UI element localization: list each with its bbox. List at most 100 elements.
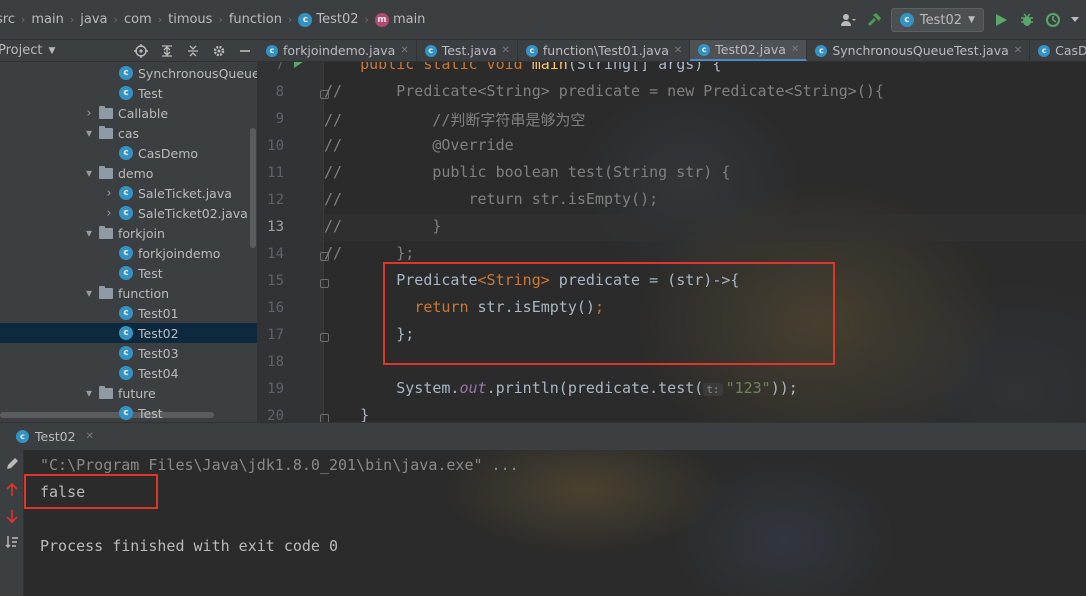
chevron-down-icon[interactable]: ▾ xyxy=(84,166,94,180)
breadcrumb-item[interactable]: m main xyxy=(374,12,425,27)
tree-file[interactable]: c Test03 xyxy=(104,343,179,363)
code-token: } xyxy=(324,406,370,422)
breadcrumb-item[interactable]: main › xyxy=(31,12,80,27)
more-run-options-icon[interactable] xyxy=(1070,11,1080,29)
breadcrumb-item[interactable]: function › xyxy=(229,12,299,27)
breadcrumb-label: java xyxy=(80,12,108,27)
tree-folder[interactable]: ▾ demo xyxy=(84,163,153,183)
tree-file[interactable]: › c SaleTicket.java xyxy=(104,183,232,203)
close-icon[interactable]: ✕ xyxy=(791,44,799,55)
tree-file[interactable]: c forkjoindemo xyxy=(104,243,220,263)
editor-tab[interactable]: c Test02.java ✕ xyxy=(690,40,808,61)
breadcrumb-item[interactable]: c Test02 › xyxy=(298,12,375,27)
tree-file[interactable]: c Test xyxy=(104,263,163,283)
chevron-right-icon[interactable]: › xyxy=(104,186,114,201)
code-line: System.out.println(predicate.test(t: "123… xyxy=(324,379,798,397)
breadcrumb-item[interactable]: src › xyxy=(0,12,31,27)
edit-config-icon[interactable] xyxy=(4,456,20,472)
run-tab-label[interactable]: Test02 xyxy=(35,429,76,444)
chevron-right-icon[interactable]: › xyxy=(104,206,114,221)
breadcrumb-item[interactable]: java › xyxy=(80,12,124,27)
close-icon[interactable]: ✕ xyxy=(502,45,510,56)
tree-file[interactable]: c Test04 xyxy=(104,363,179,383)
breadcrumb-label: main xyxy=(31,12,64,27)
user-icon[interactable] xyxy=(839,11,857,29)
editor-tab-label: Test02.java xyxy=(715,42,786,57)
run-console[interactable]: "C:\Program Files\Java\jdk1.8.0_201\bin\… xyxy=(24,450,1086,596)
close-icon[interactable]: ✕ xyxy=(674,45,682,56)
code-line: // Predicate<String> predicate = new Pre… xyxy=(324,82,884,100)
breadcrumb: src›main›java›com›timous›function›cTest0… xyxy=(0,0,425,39)
tree-folder[interactable]: › Callable xyxy=(84,103,168,123)
code-token: // } xyxy=(324,217,442,235)
chevron-right-icon[interactable]: › xyxy=(84,106,94,121)
tree-item-label: function xyxy=(118,285,170,301)
tree-item-label: Test01 xyxy=(138,305,179,321)
tree-vertical-scrollbar[interactable] xyxy=(250,128,256,248)
tree-file[interactable]: c Test xyxy=(104,403,163,422)
chevron-down-icon[interactable]: ▼ xyxy=(48,46,55,56)
minimize-icon[interactable] xyxy=(236,42,254,60)
editor-tab-label: forkjoindemo.java xyxy=(283,43,396,58)
code-line: // return str.isEmpty(); xyxy=(324,190,658,208)
breadcrumb-item[interactable]: timous › xyxy=(168,12,229,27)
class-icon: c xyxy=(424,44,437,57)
editor-tab[interactable]: c function\Test01.java ✕ xyxy=(518,40,691,61)
chevron-right-icon: › xyxy=(157,13,163,26)
chevron-right-icon: › xyxy=(20,13,26,26)
breadcrumb-item[interactable]: com › xyxy=(124,12,168,27)
project-panel-header: Project ▼ xyxy=(0,40,258,62)
code-token: )); xyxy=(770,379,798,397)
tree-file[interactable]: c CasDemo xyxy=(104,143,198,163)
tree-file[interactable]: › c SaleTicket02.java xyxy=(104,203,247,223)
chevron-down-icon[interactable]: ▾ xyxy=(84,226,94,240)
code-token: (String[] args) { xyxy=(567,62,722,73)
tree-file[interactable]: c Test01 xyxy=(104,303,179,323)
tree-folder[interactable]: ▾ cas xyxy=(84,123,139,143)
chevron-down-icon[interactable]: ▾ xyxy=(84,126,94,140)
editor-tab[interactable]: c Test.java ✕ xyxy=(417,40,518,61)
expand-all-icon[interactable] xyxy=(158,42,176,60)
tree-folder[interactable]: ▾ future xyxy=(84,383,156,403)
tree-file[interactable]: c SynchronousQueueTe xyxy=(104,63,257,83)
run-configuration-select[interactable]: c Test02 ▼ xyxy=(890,8,984,32)
run-gutter-icon[interactable] xyxy=(294,62,303,68)
tree-item-label: forkjoin xyxy=(118,225,165,241)
code-editor[interactable]: 7 8 9 10 11 12 13 14 15 16 17 18 19 20 public static … xyxy=(258,62,1086,422)
chevron-down-icon[interactable]: ▾ xyxy=(84,386,94,400)
profile-icon[interactable] xyxy=(1044,11,1062,29)
editor-tab[interactable]: c CasDemo xyxy=(1030,40,1086,61)
arrow-up-icon[interactable] xyxy=(4,482,20,498)
sort-icon[interactable] xyxy=(4,534,20,550)
project-panel-title[interactable]: Project xyxy=(0,43,42,58)
chevron-right-icon: › xyxy=(69,13,75,26)
editor-tab[interactable]: c forkjoindemo.java ✕ xyxy=(258,40,417,61)
close-icon[interactable]: ✕ xyxy=(400,45,408,56)
tree-folder[interactable]: ▾ forkjoin xyxy=(84,223,165,243)
close-icon[interactable]: ✕ xyxy=(1014,45,1022,56)
close-icon[interactable]: ✕ xyxy=(86,431,94,442)
line-number: 16 xyxy=(267,300,284,316)
tree-file[interactable]: c Test xyxy=(104,83,163,103)
chevron-down-icon[interactable]: ▾ xyxy=(84,286,94,300)
debug-icon[interactable] xyxy=(1018,11,1036,29)
line-number: 14 xyxy=(267,246,284,262)
collapse-all-icon[interactable] xyxy=(184,42,202,60)
class-icon: c xyxy=(119,246,133,260)
line-number: 18 xyxy=(267,354,284,370)
editor-tab[interactable]: c SynchronousQueueTest.java ✕ xyxy=(807,40,1031,61)
locate-target-icon[interactable] xyxy=(132,42,150,60)
breadcrumb-label: timous xyxy=(168,12,213,27)
build-hammer-icon[interactable] xyxy=(865,11,883,29)
tree-folder[interactable]: ▾ function xyxy=(84,283,169,303)
line-number: 19 xyxy=(267,381,284,397)
breadcrumb-label: function xyxy=(228,12,282,27)
tree-item-label: demo xyxy=(118,165,154,181)
class-icon: c xyxy=(1038,44,1051,57)
arrow-down-icon[interactable] xyxy=(4,508,20,524)
chevron-right-icon: › xyxy=(364,13,369,26)
gear-icon[interactable] xyxy=(210,42,228,60)
tree-file[interactable]: c Test02 xyxy=(0,323,257,343)
run-icon[interactable] xyxy=(992,11,1010,29)
run-panel-header: c Test02 ✕ xyxy=(0,422,1086,450)
